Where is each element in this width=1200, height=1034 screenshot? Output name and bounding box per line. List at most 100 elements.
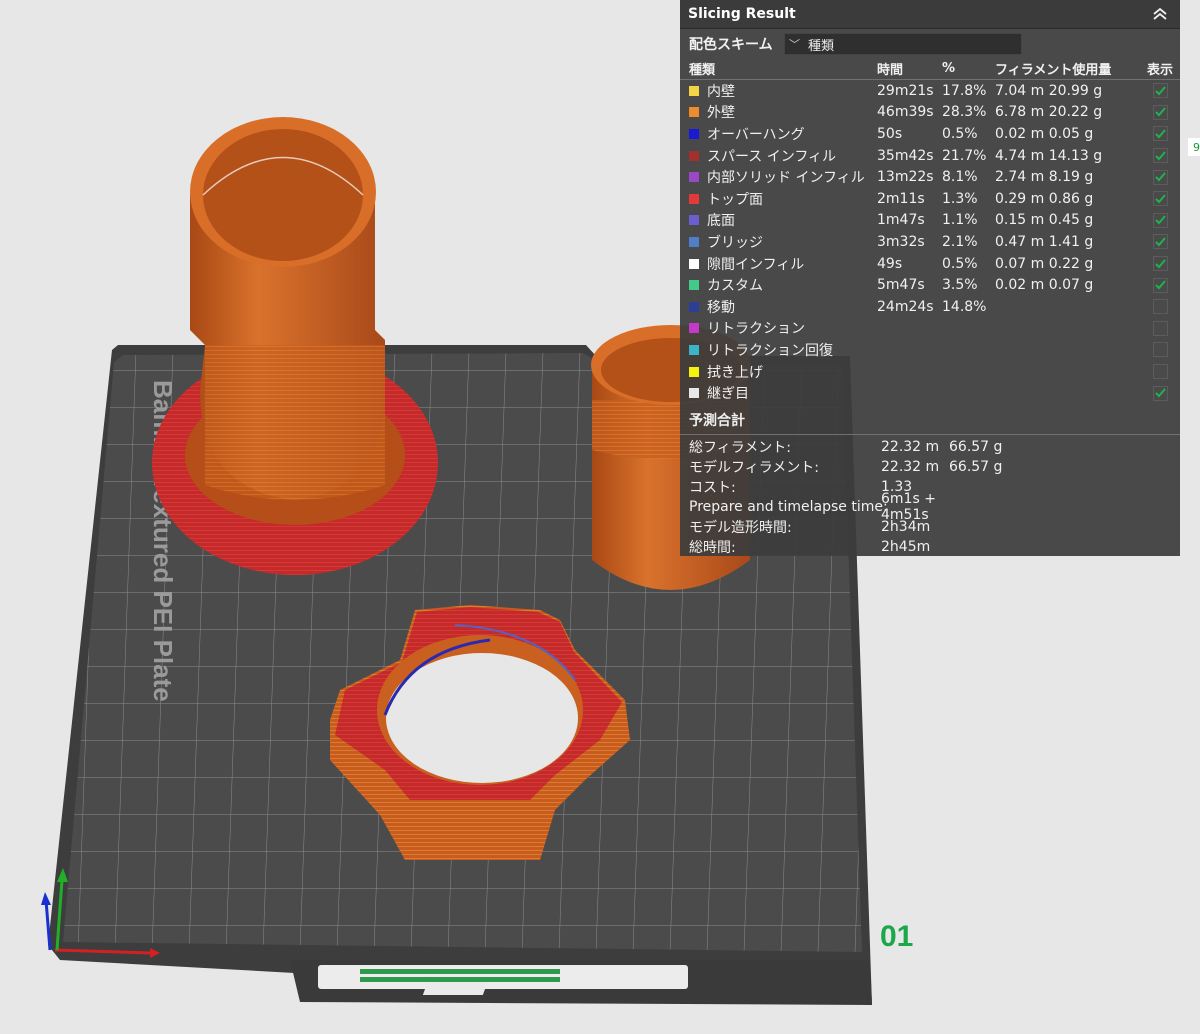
feature-time: 1m47s <box>877 212 925 229</box>
feature-visibility <box>1140 191 1180 207</box>
feature-percent: 2.1% <box>942 233 978 250</box>
visibility-checkbox[interactable] <box>1152 277 1168 293</box>
visibility-checkbox[interactable] <box>1152 212 1168 228</box>
table-row: オーバーハング 50s 0.5% 0.02 m 0.05 g <box>680 123 1180 145</box>
color-swatch <box>689 388 699 399</box>
feature-type: オーバーハング <box>689 124 877 144</box>
color-swatch <box>689 107 699 118</box>
feature-filament: 6.78 m 20.22 g <box>995 104 1103 121</box>
feature-time: 2m11s <box>877 190 925 207</box>
feature-visibility <box>1140 256 1180 272</box>
visibility-checkbox[interactable] <box>1152 299 1168 315</box>
check-icon <box>1154 194 1166 204</box>
check-icon <box>1154 237 1166 247</box>
feature-visibility <box>1140 148 1180 164</box>
color-swatch <box>689 236 699 247</box>
feature-name: オーバーハング <box>707 126 805 143</box>
color-swatch <box>689 150 699 161</box>
feature-type: スパース インフィル <box>689 146 877 166</box>
total-label: モデルフィラメント: <box>689 459 820 476</box>
feature-percent: 17.8% <box>942 82 987 99</box>
plate-number: 01 <box>880 920 913 953</box>
feature-name: 外壁 <box>707 105 735 122</box>
totals-title: 予測合計 <box>680 404 1180 435</box>
header-filament: フィラメント使用量 <box>995 62 1112 78</box>
feature-time: 13m22s <box>877 169 934 186</box>
feature-time: 3m32s <box>877 233 925 250</box>
feature-percent: 0.5% <box>942 125 978 142</box>
feature-visibility <box>1140 126 1180 142</box>
feature-visibility <box>1140 342 1180 358</box>
feature-visibility <box>1140 385 1180 401</box>
table-row: 底面 1m47s 1.1% 0.15 m 0.45 g <box>680 210 1180 232</box>
total-label: Prepare and timelapse time: <box>689 498 888 515</box>
visibility-checkbox[interactable] <box>1152 104 1168 120</box>
slicing-result-panel: Slicing Result 配色スキーム ﹀ 種類 種類 時間 % フィラメン… <box>680 0 1180 556</box>
total-label: 総フィラメント: <box>689 439 792 456</box>
visibility-checkbox[interactable] <box>1152 234 1168 250</box>
panel-title: Slicing Result <box>688 6 796 22</box>
total-value: 22.32 m <box>881 438 940 455</box>
table-row: トップ面 2m11s 1.3% 0.29 m 0.86 g <box>680 188 1180 210</box>
feature-type: ブリッジ <box>689 232 877 252</box>
color-swatch <box>689 323 699 334</box>
feature-percent: 3.5% <box>942 277 978 294</box>
feature-name: 拭き上げ <box>707 364 763 381</box>
visibility-checkbox[interactable] <box>1152 83 1168 99</box>
chevron-up-double-icon <box>1153 7 1167 20</box>
feature-name: カスタム <box>707 278 763 295</box>
collapse-button[interactable] <box>1148 3 1172 25</box>
color-swatch <box>689 344 699 355</box>
check-icon <box>1154 86 1166 96</box>
feature-filament: 0.15 m 0.45 g <box>995 212 1094 229</box>
feature-filament: 0.47 m 1.41 g <box>995 233 1094 250</box>
check-icon <box>1154 280 1166 290</box>
check-icon <box>1154 388 1166 398</box>
total-value-secondary: 66.57 g <box>949 438 1003 455</box>
feature-name: 底面 <box>707 213 735 230</box>
feature-type: 内壁 <box>689 81 877 101</box>
feature-time: 49s <box>877 255 903 272</box>
feature-time: 24m24s <box>877 298 934 315</box>
table-row: 拭き上げ <box>680 361 1180 383</box>
visibility-checkbox[interactable] <box>1152 320 1168 336</box>
total-row: モデル造形時間: 2h34m <box>680 517 1180 537</box>
color-swatch <box>689 85 699 96</box>
visibility-checkbox[interactable] <box>1152 342 1168 358</box>
panel-header: Slicing Result <box>680 0 1180 29</box>
total-row: 総フィラメント: 22.32 m 66.57 g <box>680 437 1180 457</box>
total-label: 総時間: <box>689 539 736 556</box>
table-row: 内壁 29m21s 17.8% 7.04 m 20.99 g <box>680 80 1180 102</box>
visibility-checkbox[interactable] <box>1152 126 1168 142</box>
feature-name: 隙間インフィル <box>707 256 805 273</box>
total-value-secondary: 66.57 g <box>949 458 1003 475</box>
visibility-checkbox[interactable] <box>1152 256 1168 272</box>
feature-name: リトラクション回復 <box>707 342 833 359</box>
visibility-checkbox[interactable] <box>1152 148 1168 164</box>
feature-visibility <box>1140 83 1180 99</box>
table-row: リトラクション <box>680 318 1180 340</box>
feature-percent: 0.5% <box>942 255 978 272</box>
feature-name: 内壁 <box>707 83 735 100</box>
visibility-checkbox[interactable] <box>1152 169 1168 185</box>
feature-time: 46m39s <box>877 104 934 121</box>
feature-time: 29m21s <box>877 82 934 99</box>
color-swatch <box>689 301 699 312</box>
chevron-down-icon: ﹀ <box>789 38 800 51</box>
feature-percent: 21.7% <box>942 147 987 164</box>
visibility-checkbox[interactable] <box>1152 385 1168 401</box>
feature-type: トップ面 <box>689 189 877 209</box>
check-icon <box>1154 107 1166 117</box>
feature-type: リトラクション <box>689 318 877 338</box>
feature-name: 移動 <box>707 299 735 316</box>
color-scheme-select[interactable]: ﹀ 種類 <box>784 33 1022 55</box>
visibility-checkbox[interactable] <box>1152 191 1168 207</box>
table-row: 継ぎ目 <box>680 382 1180 404</box>
feature-filament: 4.74 m 14.13 g <box>995 147 1103 164</box>
check-icon <box>1154 215 1166 225</box>
edge-marker-text: 9 <box>1193 140 1200 154</box>
feature-type: 内部ソリッド インフィル <box>689 167 877 187</box>
feature-time: 35m42s <box>877 147 934 164</box>
visibility-checkbox[interactable] <box>1152 364 1168 380</box>
feature-percent: 8.1% <box>942 169 978 186</box>
